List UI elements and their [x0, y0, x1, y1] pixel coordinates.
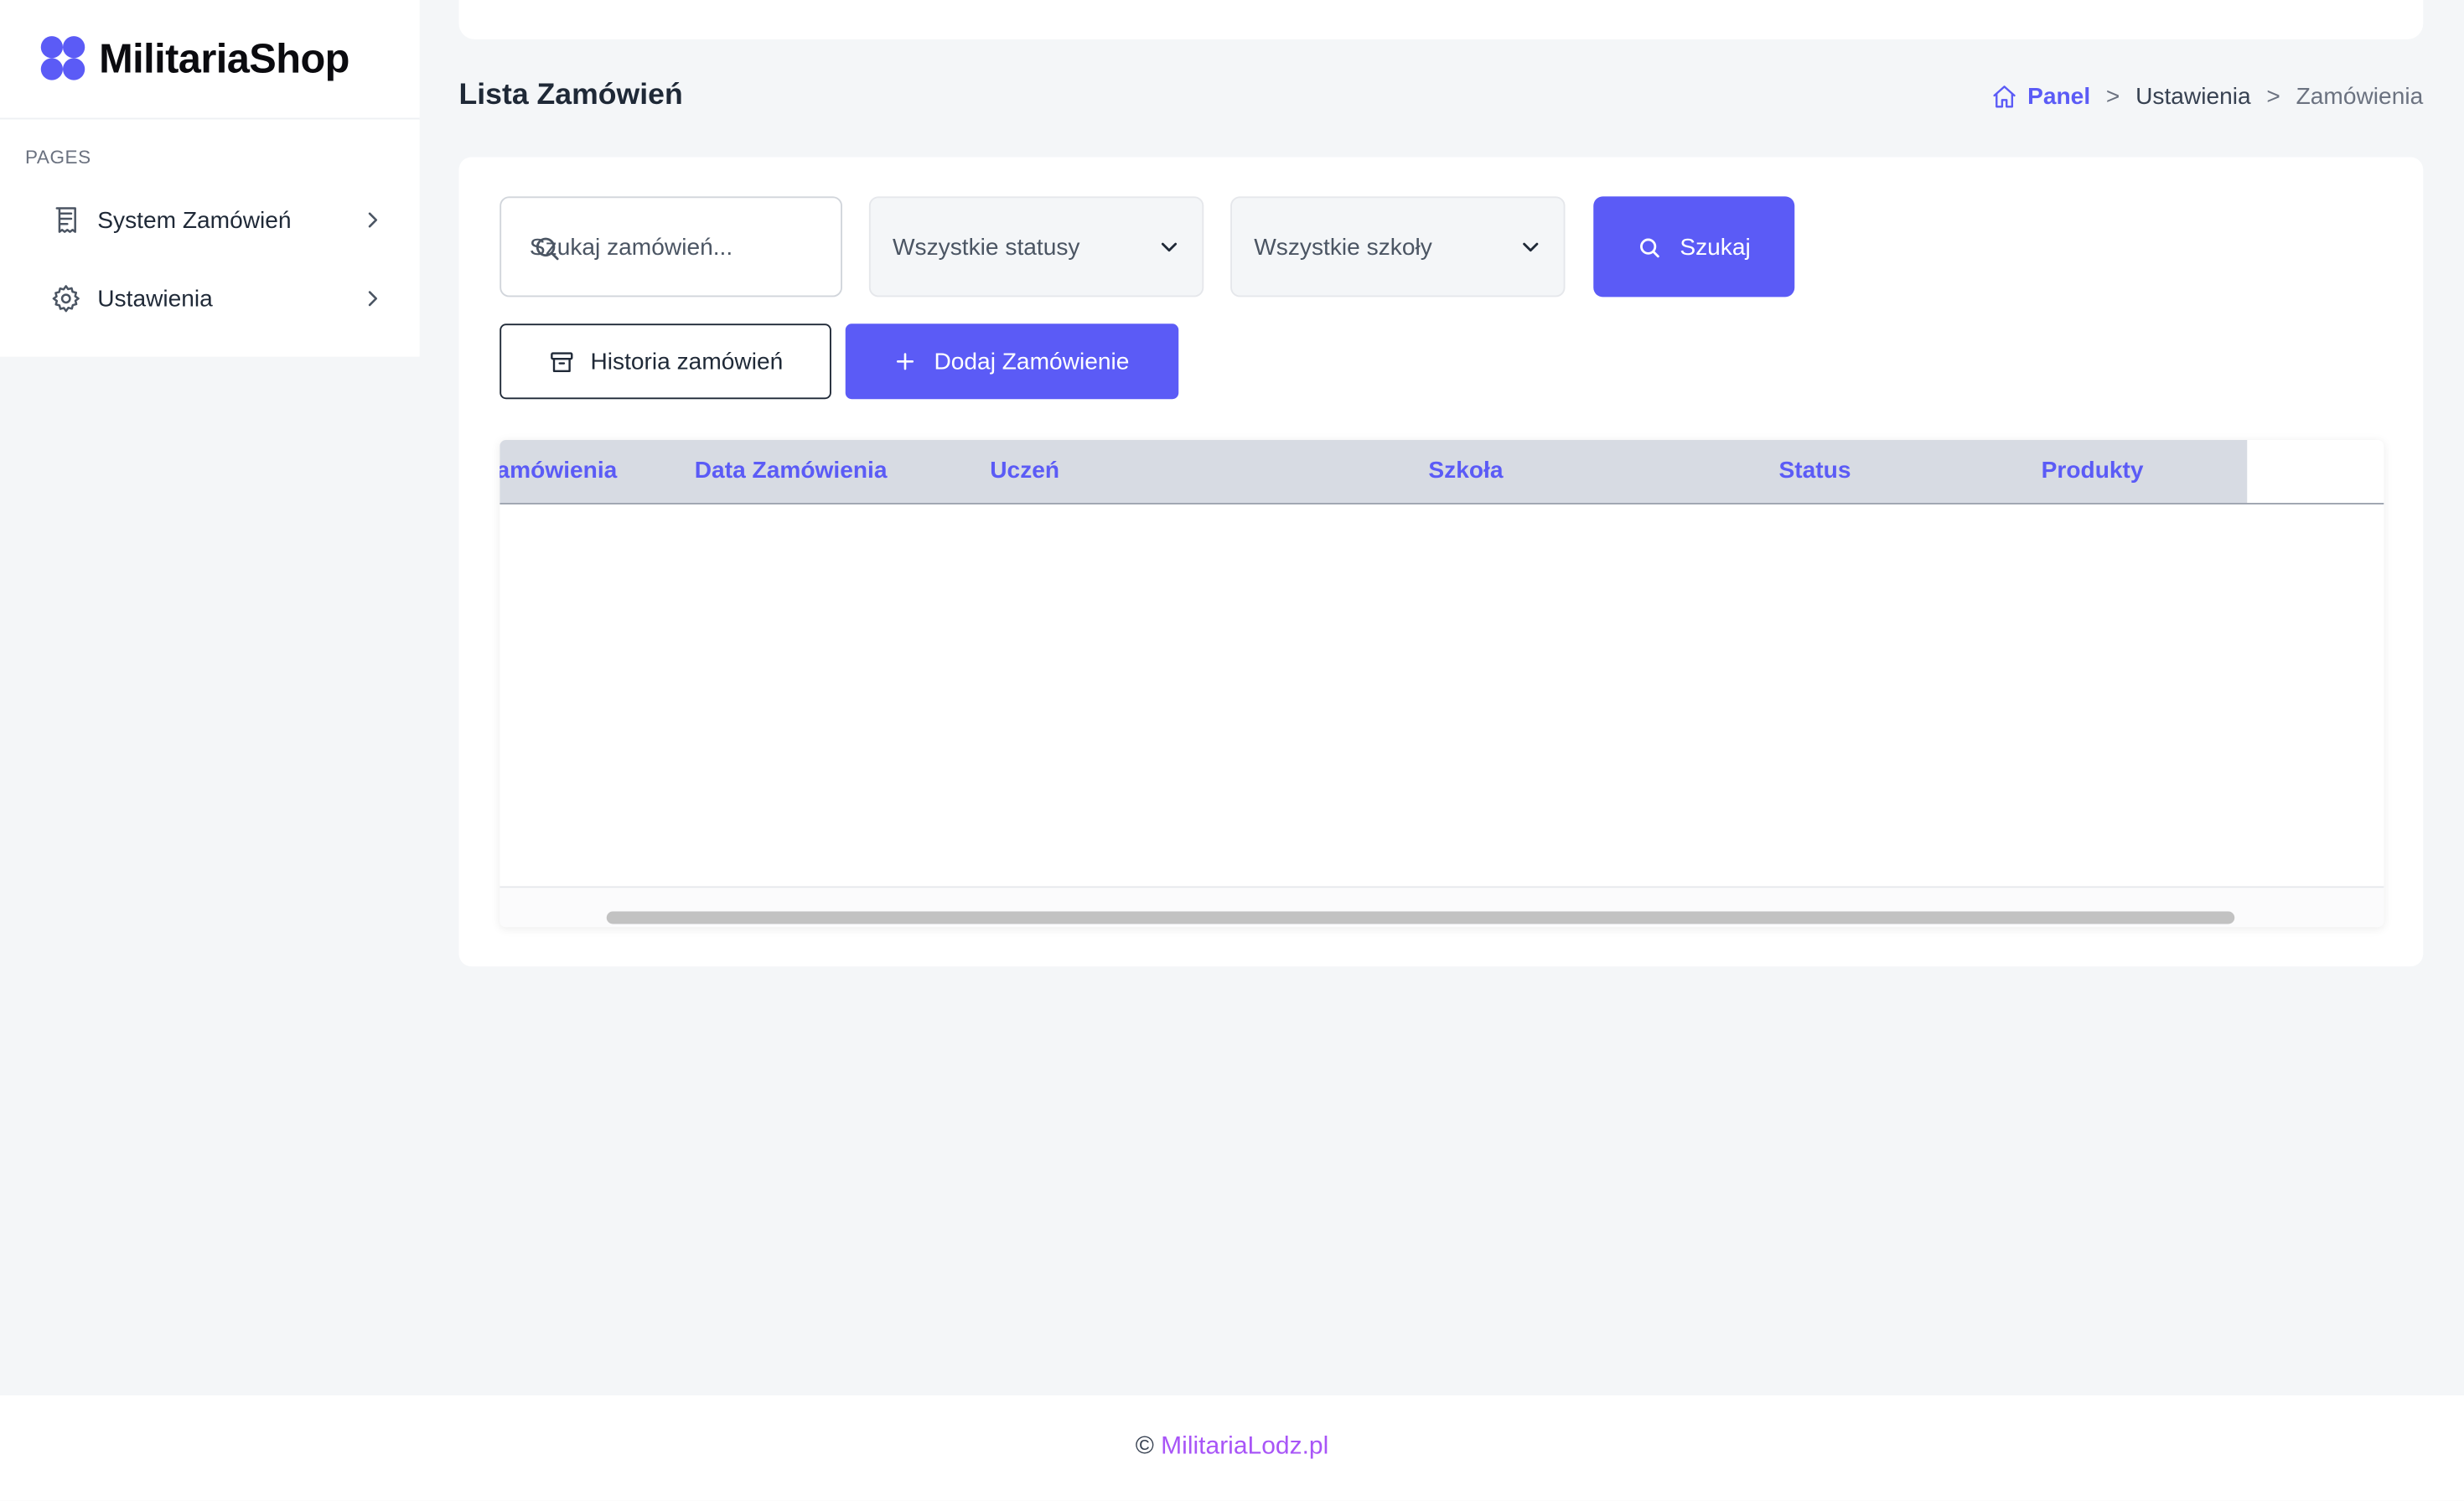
status-select[interactable]: Wszystkie statusy [868, 196, 1204, 298]
horizontal-scrollbar-thumb[interactable] [606, 911, 2235, 924]
add-order-button-label: Dodaj Zamówienie [934, 348, 1130, 375]
breadcrumb-home-link[interactable]: Panel [2027, 83, 2090, 110]
receipt-icon [55, 207, 76, 233]
brand[interactable]: MilitariaShop [0, 0, 420, 120]
column-header-order-number[interactable]: Nr Zamówienia [500, 458, 617, 484]
search-button[interactable]: Szukaj [1593, 196, 1795, 298]
gear-icon [52, 285, 80, 313]
breadcrumb-current: Zamówienia [2296, 83, 2424, 111]
school-select[interactable]: Wszystkie szkoły [1230, 196, 1566, 298]
chevron-right-icon [368, 212, 378, 228]
sidebar-item-label: System Zamówień [97, 206, 292, 234]
archive-icon [550, 351, 572, 372]
breadcrumb-separator: > [2266, 83, 2280, 111]
order-history-button[interactable]: Historia zamówień [500, 323, 831, 400]
home-icon[interactable] [1991, 83, 2018, 110]
breadcrumb-settings-link[interactable]: Ustawienia [2135, 83, 2251, 110]
column-header-order-date[interactable]: Data Zamówienia [695, 458, 888, 484]
column-header-status[interactable]: Status [1779, 458, 1851, 484]
footer: © MilitariaLodz.pl [0, 1395, 2464, 1501]
search-input[interactable] [529, 198, 829, 296]
chevron-down-icon [1523, 242, 1539, 252]
brand-logo-icon [40, 36, 86, 81]
chevron-right-icon [368, 291, 378, 307]
top-bar [458, 0, 2424, 39]
column-header-products[interactable]: Produkty [2042, 458, 2144, 484]
plus-icon [897, 353, 914, 370]
order-history-button-label: Historia zamówień [590, 348, 784, 375]
status-select-value: Wszystkie statusy [893, 233, 1080, 261]
orders-card: Wszystkie statusy Wszystkie szkoły Szuka… [458, 157, 2424, 967]
table-header-divider [500, 503, 2384, 505]
breadcrumb: Panel > Ustawienia > Zamówienia [1991, 83, 2423, 110]
sidebar-item-order-system[interactable]: System Zamówień [50, 196, 384, 243]
sidebar: MilitariaShop PAGES System Zamówień Usta… [0, 0, 420, 357]
school-select-value: Wszystkie szkoły [1254, 233, 1432, 261]
orders-table: Nr Zamówienia Data Zamówienia Uczeń Szko… [500, 440, 2384, 928]
sidebar-item-settings[interactable]: Ustawienia [50, 275, 384, 322]
brand-name: MilitariaShop [99, 34, 349, 82]
copyright-symbol: © [1135, 1433, 1154, 1460]
sidebar-item-label: Ustawienia [97, 285, 213, 313]
chevron-down-icon [1161, 242, 1178, 252]
column-header-student[interactable]: Uczeń [990, 458, 1059, 484]
table-header: Nr Zamówienia Data Zamówienia Uczeń Szko… [500, 440, 2248, 503]
search-button-label: Szukaj [1680, 233, 1751, 261]
add-order-button[interactable]: Dodaj Zamówienie [845, 323, 1179, 400]
page-title: Lista Zamówień [458, 78, 683, 112]
search-box [500, 196, 842, 298]
footer-link[interactable]: MilitariaLodz.pl [1161, 1433, 1328, 1460]
breadcrumb-separator: > [2105, 83, 2120, 111]
sidebar-section-label: PAGES [25, 146, 91, 168]
search-icon [1640, 237, 1659, 257]
column-header-school[interactable]: Szkoła [1428, 458, 1503, 484]
